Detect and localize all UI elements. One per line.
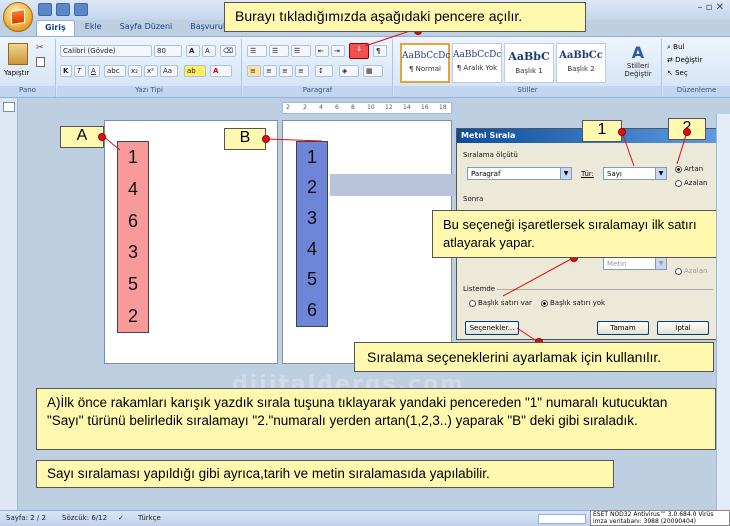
callout-note: Sayı sıralaması yapıldığı gibi ayrıca,ta… <box>36 460 614 488</box>
office-logo-icon <box>11 9 25 25</box>
callout-top: Burayı tıkladığımızda aşağıdaki pencere … <box>224 2 586 32</box>
eset-notification: ESET NOD32 Antivirus™ 3.0.684.0 Virüs im… <box>590 510 730 526</box>
office-button[interactable] <box>3 2 33 32</box>
marker-dot <box>618 128 626 136</box>
callout-explanation: A)İlk önce rakamları karışık yazdık sıra… <box>36 388 716 450</box>
vertical-scrollbar[interactable] <box>716 114 730 510</box>
word-count[interactable]: Sözcük: 6/12 <box>62 514 107 522</box>
marker-dot <box>262 135 270 143</box>
word-window: – ▫ ✕ Giriş Ekle Sayfa Düzeni Başvurular… <box>0 0 730 526</box>
callout-options: Sıralama seçeneklerini ayarlamak için ku… <box>354 342 714 372</box>
arrow-line <box>676 131 688 165</box>
language-indicator[interactable]: Türkçe <box>138 514 161 522</box>
marker-dot <box>98 133 106 141</box>
marker-dot <box>683 128 691 136</box>
page-indicator[interactable]: Sayfa: 2 / 2 <box>6 514 46 522</box>
callout-header-row: Bu seçeneği işaretlersek sıralamayı ilk … <box>432 210 724 258</box>
proofing-icon[interactable]: ✓ <box>118 514 124 522</box>
arrow-line <box>103 136 121 151</box>
arrow-line <box>364 29 414 47</box>
arrow-line <box>621 131 635 167</box>
view-buttons[interactable] <box>538 514 586 524</box>
arrow-line <box>502 257 574 297</box>
arrow-line <box>267 138 323 142</box>
